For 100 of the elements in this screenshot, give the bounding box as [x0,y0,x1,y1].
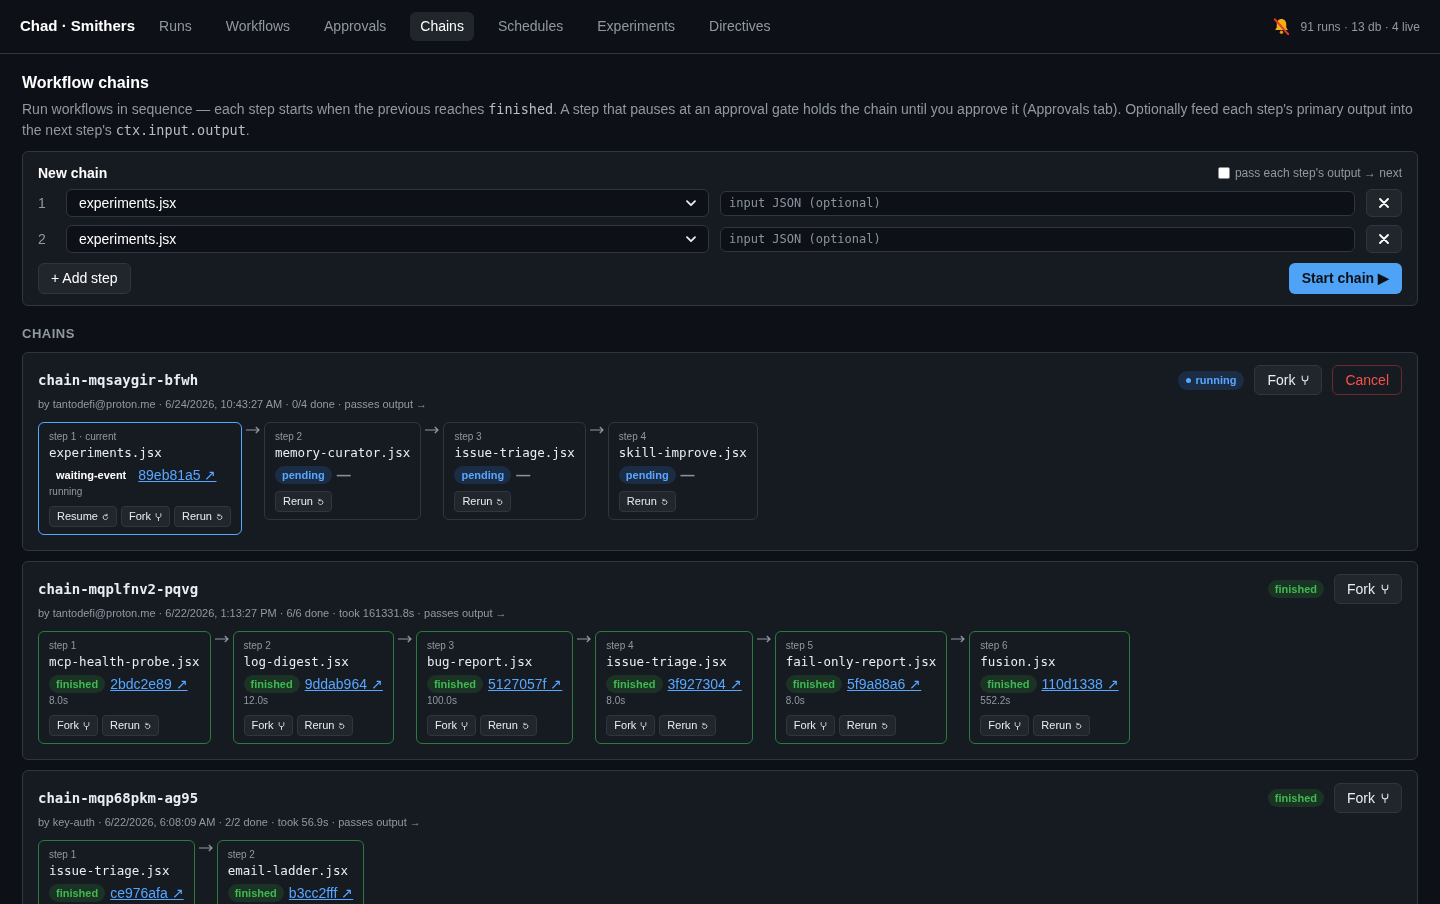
section-heading: CHAINS [22,326,76,342]
step-workflow-name: issue-triage.jsx [454,444,575,462]
rerun-button[interactable]: Rerun [1033,715,1091,736]
fork-icon [1014,721,1022,730]
start-chain-button[interactable]: Start chain ▶ [1288,263,1402,294]
workflow-select[interactable]: experiments.jsx [66,225,709,253]
run-link[interactable]: 5f9a88a6 ↗ [847,675,922,693]
rerun-button[interactable]: Rerun [838,715,896,736]
rerun-button[interactable]: Rerun [296,715,354,736]
nav-tab[interactable]: Approvals [314,12,397,41]
step-workflow-name: fail-only-report.jsx [785,653,937,671]
fork-button[interactable]: Fork [785,715,835,736]
cancel-button[interactable]: Cancel [1332,365,1402,395]
run-link[interactable]: 9ddab964 ↗ [304,675,383,693]
rerun-button[interactable]: Rerun [173,506,231,527]
nav-tab[interactable]: Workflows [215,12,301,41]
rerun-button[interactable]: Rerun [659,715,717,736]
step-label: step 3 [426,639,456,653]
status-badge: finished [49,884,106,902]
chain-meta: by tantodefi@proton.me · 6/24/2026, 10:43:27 AM · 0/4 done · passes output → [38,397,429,412]
status-text: running [1195,372,1237,388]
status-badge: pending [454,466,512,484]
step-workflow-name: bug-report.jsx [426,653,534,671]
fork-button[interactable]: Fork [1334,574,1402,604]
counterclockwise-arrow-icon [521,721,529,730]
checkbox[interactable] [1217,167,1230,179]
nav-tab[interactable]: Chains [410,12,474,41]
step-workflow-name: experiments.jsx [49,444,163,462]
chain-name: chain-mqp68pkm-ag95 [38,788,199,808]
run-link[interactable]: b3cc2fff ↗ [288,884,354,902]
empty-run-dash: — [336,466,351,484]
fork-icon [1381,793,1389,803]
run-link[interactable]: 110d1338 ↗ [1041,675,1119,693]
nav-tab[interactable]: Experiments [587,12,686,41]
rerun-button[interactable]: Rerun [479,715,537,736]
chain-meta: by tantodefi@proton.me · 6/22/2026, 1:13:27 PM · 6/6 done · took 161331.8s · passes output → [38,606,508,621]
bell-off-icon[interactable] [1271,17,1291,36]
counterclockwise-arrow-icon [701,721,709,730]
chain-name: chain-mqplfnv2-pqvg [38,579,199,599]
stats-text: 91 runs · 13 db · 4 live [1300,18,1420,36]
arrow-right-icon [425,426,440,434]
fork-button[interactable]: Fork [49,715,98,736]
empty-run-dash: — [680,466,695,484]
json-input-field[interactable]: input JSON (optional) [720,226,1355,252]
status-dot-icon [1186,377,1192,383]
fork-button[interactable]: Fork [980,715,1030,736]
resume-button[interactable]: Resume [49,506,117,527]
step-number: 2 [38,229,47,249]
run-link[interactable]: 89eb81a5 ↗ [138,466,217,484]
step-detail: 100.0s [426,694,458,708]
rerun-button[interactable]: Rerun [102,715,159,736]
fork-button[interactable]: Fork [243,715,293,736]
step-label: step 2 [227,848,256,862]
step-label: step 4 [618,430,648,444]
run-link[interactable]: 3f927304 ↗ [667,675,742,693]
rerun-button[interactable]: Rerun [274,491,332,512]
step-label: step 1 [49,848,78,862]
fork-button[interactable]: Fork [426,715,476,736]
arrow-right-icon [245,426,260,434]
fork-button[interactable]: Fork [606,715,656,736]
run-link[interactable]: 5127057f ↗ [488,675,563,693]
counterclockwise-arrow-icon [660,497,668,506]
counterclockwise-arrow-icon [1075,721,1083,730]
step-detail: 8.0s [785,694,806,708]
chain-name: chain-mqsaygir-bfwh [38,370,199,390]
step-label: step 2 [274,430,304,444]
nav-tab[interactable]: Schedules [487,12,574,41]
fork-button[interactable]: Fork [1334,783,1402,813]
json-input-field[interactable]: input JSON (optional) [720,190,1355,216]
status-badge: finished [243,675,300,693]
rerun-button[interactable]: Rerun [454,491,512,512]
counterclockwise-arrow-icon [215,512,223,521]
status-badge: finished [785,675,842,693]
remove-step-button[interactable] [1366,189,1402,217]
close-icon [1379,234,1389,244]
step-label: step 4 [606,639,635,653]
fork-button[interactable]: Fork [1254,365,1323,395]
status-badge: finished [49,675,106,693]
run-link[interactable]: ce976afa ↗ [110,884,184,902]
page-title: Workflow chains [22,73,150,93]
nav-tab[interactable]: Runs [149,12,202,41]
arrow-right-icon [756,635,771,643]
workflow-select[interactable]: experiments.jsx [66,189,709,217]
step-detail: 8.0s [49,694,69,708]
remove-step-button[interactable] [1366,225,1402,253]
chevron-down-icon [686,235,696,243]
nav-tab[interactable]: Directives [699,12,781,41]
step-workflow-name: issue-triage.jsx [606,653,728,671]
fork-button[interactable]: Fork [120,506,170,527]
run-link[interactable]: 2bdc2e89 ↗ [110,675,188,693]
status-badge: finished [1267,580,1324,598]
counterclockwise-arrow-icon [338,721,346,730]
rerun-button[interactable]: Rerun [618,491,676,512]
step-workflow-name: mcp-health-probe.jsx [49,653,200,671]
add-step-button[interactable]: + Add step [38,263,131,294]
step-label: step 5 [785,639,815,653]
step-workflow-name: memory-curator.jsx [274,444,411,462]
page-description: Run workflows in sequence — each step starts when the previous reaches finished. A step that pauses at an approval gate holds the chain until you approve it (Approvals tab). Optionally feed each step's primary output into the next step's ctx.input.output. [22,100,1414,140]
counterclockwise-arrow-icon [316,497,324,506]
fork-icon [154,512,162,521]
